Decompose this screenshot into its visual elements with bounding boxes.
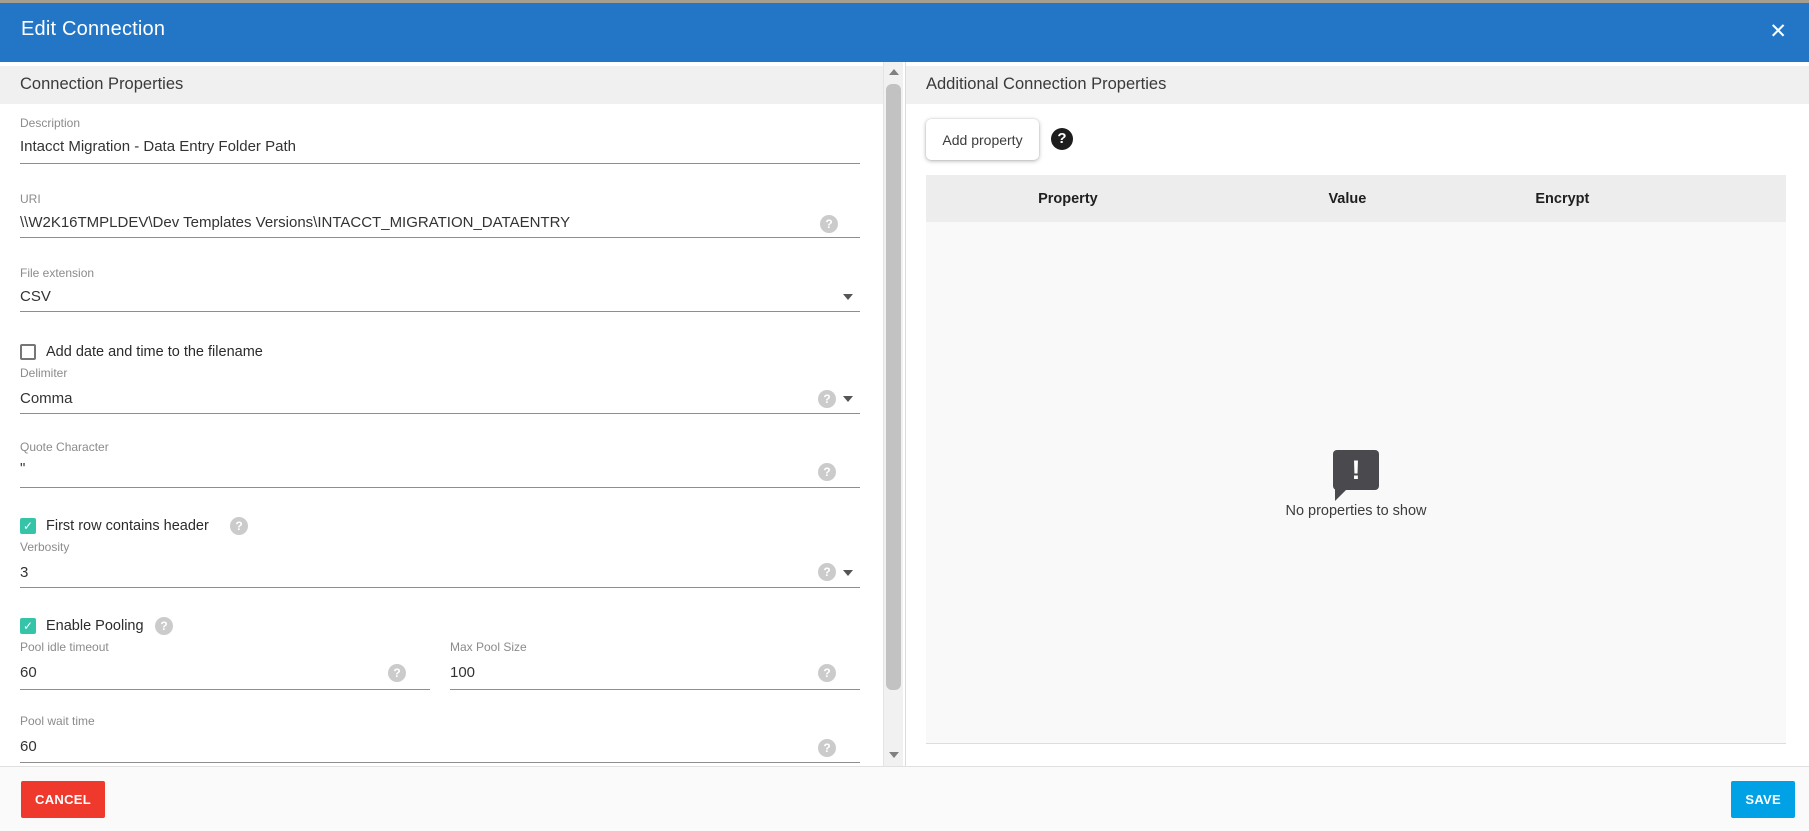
input-underline: [20, 237, 860, 238]
pool-idle-timeout-help-icon[interactable]: ?: [388, 664, 406, 682]
quote-character-label: Quote Character: [20, 440, 109, 454]
enable-pooling-label: Enable Pooling: [46, 618, 144, 634]
properties-table-body: ! No properties to show: [926, 222, 1786, 744]
additional-properties-panel: Additional Connection Properties Add pro…: [905, 62, 1809, 766]
column-header-value: Value: [1210, 191, 1485, 207]
properties-table: Property Value Encrypt ! No properties t…: [926, 175, 1786, 744]
enable-pooling-help-icon[interactable]: ?: [155, 617, 173, 635]
input-underline: [20, 311, 860, 312]
file-extension-select[interactable]: CSV: [20, 288, 51, 305]
edit-connection-dialog: Edit Connection ✕ Connection Properties …: [0, 0, 1809, 831]
input-underline: [20, 487, 860, 488]
input-underline: [20, 163, 860, 164]
right-section-band: Additional Connection Properties: [906, 66, 1809, 104]
file-extension-label: File extension: [20, 266, 94, 280]
first-row-header-help-icon[interactable]: ?: [230, 517, 248, 535]
left-section-title: Connection Properties: [20, 75, 183, 94]
uri-input[interactable]: \\W2K16TMPLDEV\Dev Templates Versions\IN…: [20, 214, 570, 231]
scrollbar-thumb[interactable]: [886, 84, 901, 690]
pool-idle-timeout-input[interactable]: 60: [20, 664, 37, 681]
properties-table-header: Property Value Encrypt: [926, 175, 1786, 222]
first-row-header-checkbox[interactable]: ✓: [20, 518, 36, 534]
file-extension-caret-icon[interactable]: [843, 294, 853, 300]
add-datetime-label: Add date and time to the filename: [46, 344, 263, 360]
empty-message: No properties to show: [926, 503, 1786, 519]
scrollbar-up-icon[interactable]: [889, 69, 899, 75]
quote-character-help-icon[interactable]: ?: [818, 463, 836, 481]
left-panel-scrollbar[interactable]: [883, 62, 903, 766]
delimiter-select[interactable]: Comma: [20, 390, 73, 407]
pool-idle-timeout-label: Pool idle timeout: [20, 640, 109, 654]
connection-properties-panel: Connection Properties Description Intacc…: [0, 62, 883, 766]
pool-wait-time-input[interactable]: 60: [20, 738, 37, 755]
input-underline: [20, 587, 860, 588]
save-button[interactable]: SAVE: [1731, 781, 1795, 818]
scrollbar-down-icon[interactable]: [889, 752, 899, 758]
column-header-property: Property: [926, 191, 1210, 207]
uri-label: URI: [20, 192, 41, 206]
input-underline: [20, 762, 860, 763]
empty-state: ! No properties to show: [926, 450, 1786, 519]
add-property-button[interactable]: Add property: [926, 119, 1039, 160]
cancel-button[interactable]: CANCEL: [21, 781, 105, 818]
add-datetime-checkbox[interactable]: [20, 344, 36, 360]
input-underline: [20, 413, 860, 414]
dialog-header: Edit Connection ✕: [0, 3, 1809, 62]
enable-pooling-checkbox[interactable]: ✓: [20, 618, 36, 634]
dialog-footer: CANCEL SAVE: [0, 766, 1809, 831]
max-pool-size-help-icon[interactable]: ?: [818, 664, 836, 682]
verbosity-help-icon[interactable]: ?: [818, 563, 836, 581]
verbosity-select[interactable]: 3: [20, 564, 28, 581]
delimiter-help-icon[interactable]: ?: [818, 390, 836, 408]
right-section-title: Additional Connection Properties: [926, 75, 1166, 94]
quote-character-input[interactable]: ": [20, 460, 25, 477]
max-pool-size-label: Max Pool Size: [450, 640, 527, 654]
verbosity-label: Verbosity: [20, 540, 69, 554]
input-underline: [20, 689, 430, 690]
column-header-encrypt: Encrypt: [1485, 191, 1640, 207]
delimiter-label: Delimiter: [20, 366, 67, 380]
first-row-header-label: First row contains header: [46, 518, 209, 534]
description-input[interactable]: Intacct Migration - Data Entry Folder Pa…: [20, 138, 296, 155]
uri-help-icon[interactable]: ?: [820, 215, 838, 233]
input-underline: [450, 689, 860, 690]
max-pool-size-input[interactable]: 100: [450, 664, 475, 681]
add-property-help-icon[interactable]: ?: [1051, 128, 1073, 150]
close-icon[interactable]: ✕: [1769, 17, 1787, 47]
left-section-band: Connection Properties: [0, 66, 883, 104]
dialog-title: Edit Connection: [21, 18, 165, 41]
pool-wait-time-help-icon[interactable]: ?: [818, 739, 836, 757]
delimiter-caret-icon[interactable]: [843, 396, 853, 402]
verbosity-caret-icon[interactable]: [843, 570, 853, 576]
pool-wait-time-label: Pool wait time: [20, 714, 95, 728]
alert-bubble-icon: !: [1333, 450, 1379, 490]
description-label: Description: [20, 116, 80, 130]
